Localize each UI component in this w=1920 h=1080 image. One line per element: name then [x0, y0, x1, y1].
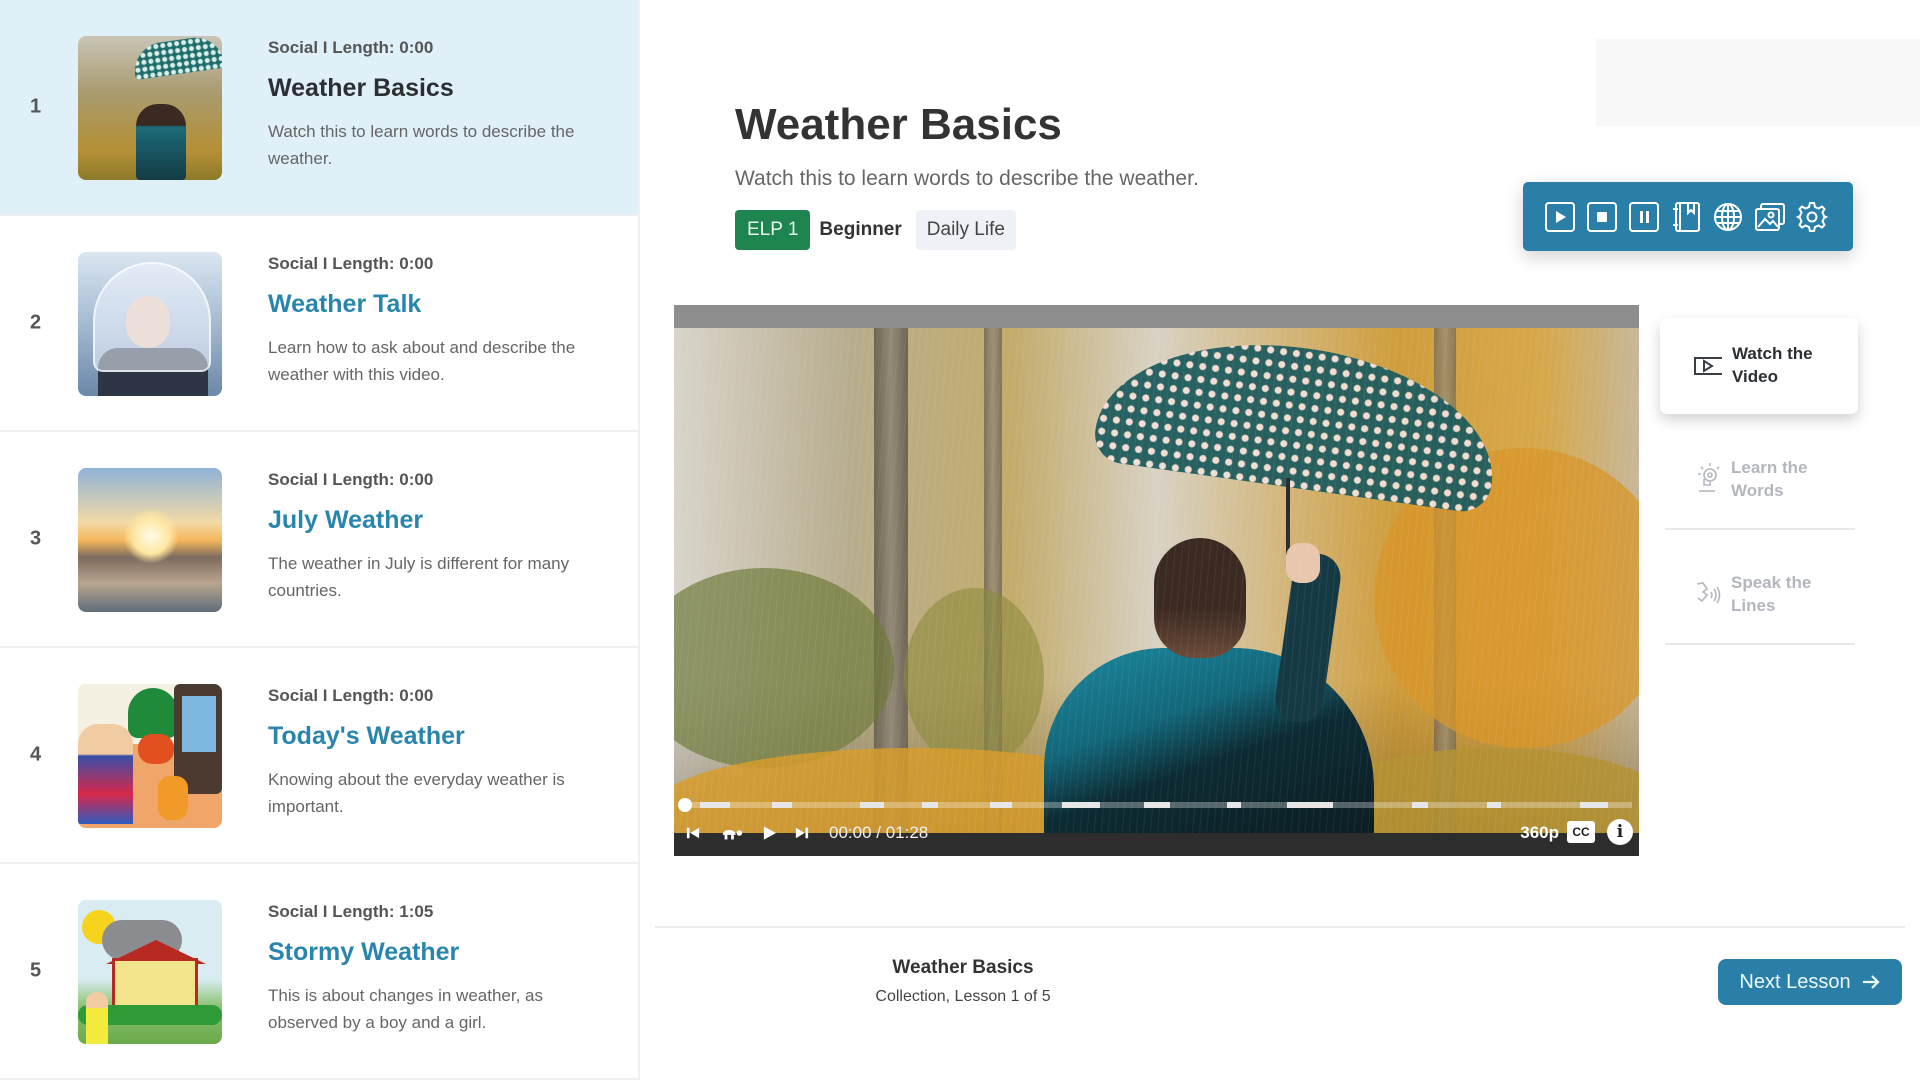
toolbar-play-button[interactable]	[1544, 201, 1576, 233]
toolbar-dictionary-button[interactable]	[1670, 201, 1702, 233]
lesson-meta: Social I Length: 0:00	[268, 470, 434, 489]
toolbar-translate-button[interactable]	[1712, 201, 1744, 233]
step-watch-video[interactable]: Watch the Video	[1660, 318, 1858, 414]
topic-badge: Daily Life	[915, 210, 1016, 250]
level-name: Beginner	[819, 219, 902, 240]
toolbar-pause-button[interactable]	[1628, 201, 1660, 233]
video-play-button[interactable]	[762, 823, 777, 843]
lesson-thumbnail	[78, 36, 222, 180]
video-player[interactable]: 00:00 / 01:28 360p CC i	[674, 305, 1639, 856]
lesson-item-5[interactable]: 5 Social I Length: 1:05 Stormy Weather T…	[0, 864, 638, 1080]
lesson-title[interactable]: Stormy Weather	[268, 938, 459, 967]
lesson-list: 1 Social I Length: 0:00 Weather Basics W…	[0, 0, 640, 1080]
lesson-meta: Social I Length: 1:05	[268, 902, 434, 921]
step-learn-words[interactable]: Learn the Words	[1665, 416, 1855, 530]
play-icon	[1545, 201, 1575, 232]
lesson-item-4[interactable]: 4 Social I Length: 0:00 Today's Weather …	[0, 648, 638, 864]
turtle-icon	[722, 830, 743, 840]
pause-icon	[1629, 201, 1659, 232]
lesson-item-1[interactable]: 1 Social I Length: 0:00 Weather Basics W…	[0, 0, 638, 216]
page-title: Weather Basics	[735, 100, 1062, 149]
next-lesson-label: Next Lesson	[1739, 970, 1851, 993]
level-code-badge: ELP 1	[735, 210, 811, 250]
page-description: Watch this to learn words to describe th…	[735, 167, 1199, 190]
lesson-thumbnail	[78, 900, 222, 1044]
lesson-number: 1	[30, 95, 42, 118]
skip-forward-icon	[795, 827, 809, 839]
lesson-description: Learn how to ask about and describe the …	[268, 338, 576, 384]
app-root: 1 Social I Length: 0:00 Weather Basics W…	[0, 0, 1920, 1080]
lesson-meta: Social I Length: 0:00	[268, 254, 434, 273]
skip-forward-button[interactable]	[795, 823, 809, 843]
lesson-description: The weather in July is different for man…	[268, 554, 570, 600]
video-play-icon	[1694, 357, 1722, 375]
video-controls: 00:00 / 01:28 360p CC i	[674, 815, 1639, 851]
lesson-item-2[interactable]: 2 Social I Length: 0:00 Weather Talk Lea…	[0, 216, 638, 432]
step-label: Learn the Words	[1731, 458, 1808, 500]
video-top-bar	[674, 305, 1639, 328]
slow-speed-button[interactable]	[720, 823, 744, 843]
info-button[interactable]: i	[1607, 819, 1633, 845]
video-frame[interactable]	[674, 328, 1639, 833]
collection-progress: Collection, Lesson 1 of 5	[875, 988, 1051, 1005]
step-label: Watch the Video	[1732, 344, 1813, 386]
stop-icon	[1587, 201, 1617, 232]
lesson-title[interactable]: Weather Basics	[268, 74, 454, 103]
toolbar-stop-button[interactable]	[1586, 201, 1618, 233]
skip-back-button[interactable]	[686, 823, 700, 843]
lesson-title[interactable]: Today's Weather	[268, 722, 465, 751]
lesson-thumbnail	[78, 684, 222, 828]
step-label: Speak the Lines	[1731, 573, 1812, 615]
lesson-meta: Social I Length: 0:00	[268, 38, 434, 57]
quality-selector[interactable]: 360p	[1520, 823, 1559, 843]
lesson-thumbnail	[78, 252, 222, 396]
lesson-title[interactable]: July Weather	[268, 506, 423, 535]
lesson-number: 5	[30, 959, 42, 982]
lesson-meta: Social I Length: 0:00	[268, 686, 434, 705]
collection-title: Weather Basics	[892, 957, 1034, 978]
captions-button[interactable]: CC	[1567, 821, 1595, 843]
skip-back-icon	[686, 827, 700, 839]
video-time: 00:00 / 01:28	[829, 823, 929, 842]
lesson-number: 2	[30, 311, 42, 334]
play-icon	[763, 826, 777, 840]
top-right-panel	[1596, 39, 1920, 126]
gear-icon	[1796, 201, 1828, 232]
lesson-description: This is about changes in weather, as obs…	[268, 986, 543, 1032]
next-lesson-button[interactable]: Next Lesson	[1718, 959, 1902, 1005]
image-icon	[1755, 202, 1785, 231]
lightbulb-head-icon	[1698, 463, 1720, 492]
lesson-description: Knowing about the everyday weather is im…	[268, 770, 565, 816]
arrow-right-icon	[1862, 975, 1880, 989]
dictionary-icon	[1673, 201, 1700, 232]
footer-divider	[655, 926, 1905, 928]
video-progress-bar[interactable]	[678, 798, 1632, 812]
step-speak-lines[interactable]: Speak the Lines	[1665, 531, 1855, 645]
lesson-badges: ELP 1 Beginner Daily Life	[735, 210, 1016, 250]
lesson-item-3[interactable]: 3 Social I Length: 0:00 July Weather The…	[0, 432, 638, 648]
reading-toolbar	[1523, 182, 1853, 251]
lesson-number: 3	[30, 527, 42, 550]
toolbar-settings-button[interactable]	[1796, 201, 1828, 233]
lesson-description: Watch this to learn words to describe th…	[268, 122, 575, 168]
lesson-thumbnail	[78, 468, 222, 612]
lesson-number: 4	[30, 743, 42, 766]
toolbar-picture-button[interactable]	[1754, 201, 1786, 233]
globe-icon	[1714, 202, 1742, 231]
progress-knob[interactable]	[678, 798, 692, 812]
speaking-icon	[1696, 582, 1721, 604]
lesson-title[interactable]: Weather Talk	[268, 290, 421, 319]
